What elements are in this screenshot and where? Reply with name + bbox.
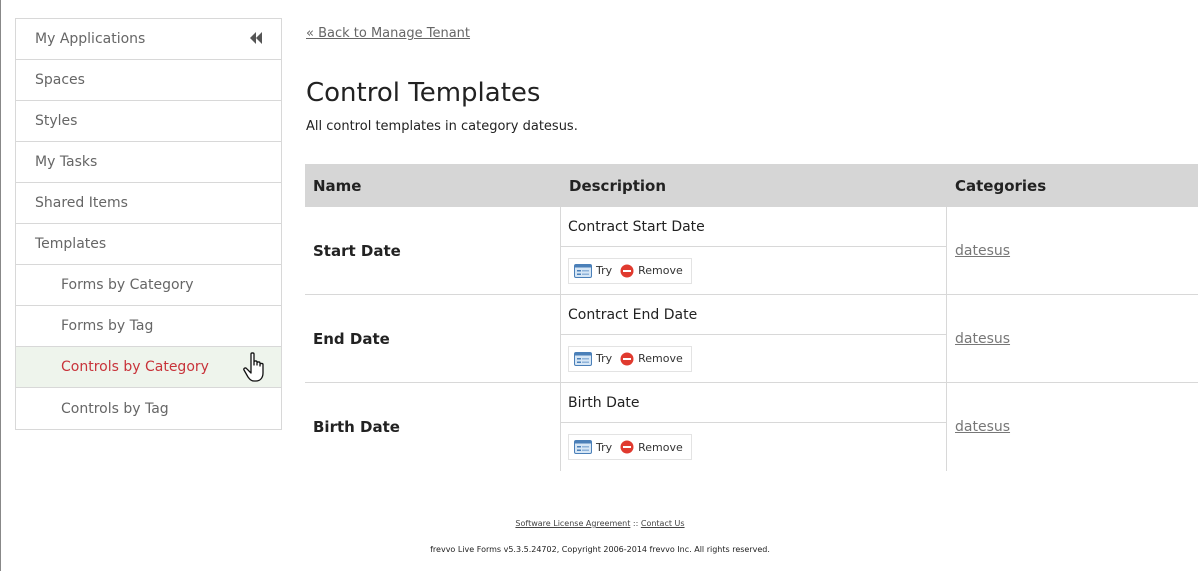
sidebar-item-controls-by-tag[interactable]: Controls by Tag xyxy=(16,388,281,429)
try-label: Try xyxy=(596,264,613,277)
template-name: Birth Date xyxy=(305,383,561,471)
template-description-cell: Contract Start Date Try Remove xyxy=(561,207,947,294)
page-title: Control Templates xyxy=(306,78,541,108)
sidebar-item-templates[interactable]: Templates xyxy=(16,224,281,265)
sidebar-item-label: Styles xyxy=(35,113,78,129)
try-button[interactable]: Try xyxy=(574,263,613,278)
sidebar-item-shared-items[interactable]: Shared Items xyxy=(16,183,281,224)
action-group: Try Remove xyxy=(568,345,692,372)
sidebar-item-forms-by-tag[interactable]: Forms by Tag xyxy=(16,306,281,347)
collapse-sidebar-icon[interactable] xyxy=(249,32,263,44)
table-row: Birth Date Birth Date Try Remove datesus xyxy=(305,383,1198,471)
template-description: Contract Start Date xyxy=(561,207,946,247)
control-templates-table: Name Description Categories Start Date C… xyxy=(305,164,1198,471)
license-agreement-link[interactable]: Software License Agreement xyxy=(515,519,630,528)
try-label: Try xyxy=(596,440,613,454)
template-categories-cell: datesus xyxy=(947,207,1198,294)
remove-button[interactable]: Remove xyxy=(620,440,683,454)
sidebar-item-label: Templates xyxy=(35,236,107,252)
try-label: Try xyxy=(596,352,613,365)
remove-icon xyxy=(620,352,634,365)
footer-separator: :: xyxy=(632,519,639,528)
remove-icon xyxy=(620,264,634,277)
sidebar-item-label: My Applications xyxy=(35,31,146,47)
contact-us-link[interactable]: Contact Us xyxy=(641,519,685,528)
sidebar-item-forms-by-category[interactable]: Forms by Category xyxy=(16,265,281,306)
sidebar-item-label: My Tasks xyxy=(35,154,98,170)
sidebar-item-label: Spaces xyxy=(35,72,85,88)
remove-button[interactable]: Remove xyxy=(620,264,683,278)
template-description-cell: Contract End Date Try Remove xyxy=(561,295,947,382)
footer-links: Software License Agreement :: Contact Us xyxy=(1,519,1198,528)
sidebar-item-controls-by-category[interactable]: Controls by Category xyxy=(16,347,281,388)
footer-copyright: frevvo Live Forms v5.3.5.24702, Copyrigh… xyxy=(430,545,770,554)
template-description-cell: Birth Date Try Remove xyxy=(561,383,947,471)
remove-label: Remove xyxy=(638,264,683,277)
template-actions: Try Remove xyxy=(561,247,946,294)
try-button[interactable]: Try xyxy=(574,440,612,454)
sidebar-item-my-tasks[interactable]: My Tasks xyxy=(16,142,281,183)
template-actions: Try Remove xyxy=(561,423,946,471)
template-actions: Try Remove xyxy=(561,335,946,382)
table-row: Start Date Contract Start Date Try Remov… xyxy=(305,207,1198,295)
remove-icon xyxy=(620,440,634,454)
remove-button[interactable]: Remove xyxy=(620,352,683,366)
template-description: Contract End Date xyxy=(561,295,946,335)
category-link[interactable]: datesus xyxy=(955,331,1010,347)
template-name: End Date xyxy=(305,295,561,382)
sidebar-item-label: Shared Items xyxy=(35,195,128,211)
template-description: Birth Date xyxy=(561,383,946,423)
column-header-description: Description xyxy=(569,176,667,195)
form-preview-icon xyxy=(574,440,592,454)
sidebar-nav: My Applications Spaces Styles My Tasks S… xyxy=(15,18,282,430)
back-to-manage-tenant-link[interactable]: « Back to Manage Tenant xyxy=(306,26,470,41)
sidebar-item-styles[interactable]: Styles xyxy=(16,101,281,142)
table-header: Name Description Categories xyxy=(305,164,1198,207)
category-link[interactable]: datesus xyxy=(955,419,1010,435)
sidebar-item-spaces[interactable]: Spaces xyxy=(16,60,281,101)
remove-label: Remove xyxy=(638,440,683,454)
sidebar-item-my-applications[interactable]: My Applications xyxy=(16,19,281,60)
table-row: End Date Contract End Date Try Remove da… xyxy=(305,295,1198,383)
template-categories-cell: datesus xyxy=(947,295,1198,382)
page-subtitle: All control templates in category datesu… xyxy=(306,119,578,134)
template-name: Start Date xyxy=(305,207,561,294)
sidebar-item-label: Controls by Tag xyxy=(61,400,169,417)
sidebar-item-label: Controls by Category xyxy=(61,359,209,375)
sidebar-item-label: Forms by Tag xyxy=(61,318,154,334)
remove-label: Remove xyxy=(638,352,683,365)
form-preview-icon xyxy=(574,351,592,366)
template-categories-cell: datesus xyxy=(947,383,1198,471)
column-header-name: Name xyxy=(313,176,362,195)
action-group: Try Remove xyxy=(568,257,692,284)
hand-cursor-icon xyxy=(243,352,264,382)
form-preview-icon xyxy=(574,263,592,278)
category-link[interactable]: datesus xyxy=(955,243,1010,259)
try-button[interactable]: Try xyxy=(574,351,613,366)
column-header-categories: Categories xyxy=(955,176,1047,195)
sidebar-item-label: Forms by Category xyxy=(61,277,194,293)
action-group: Try Remove xyxy=(568,434,692,460)
